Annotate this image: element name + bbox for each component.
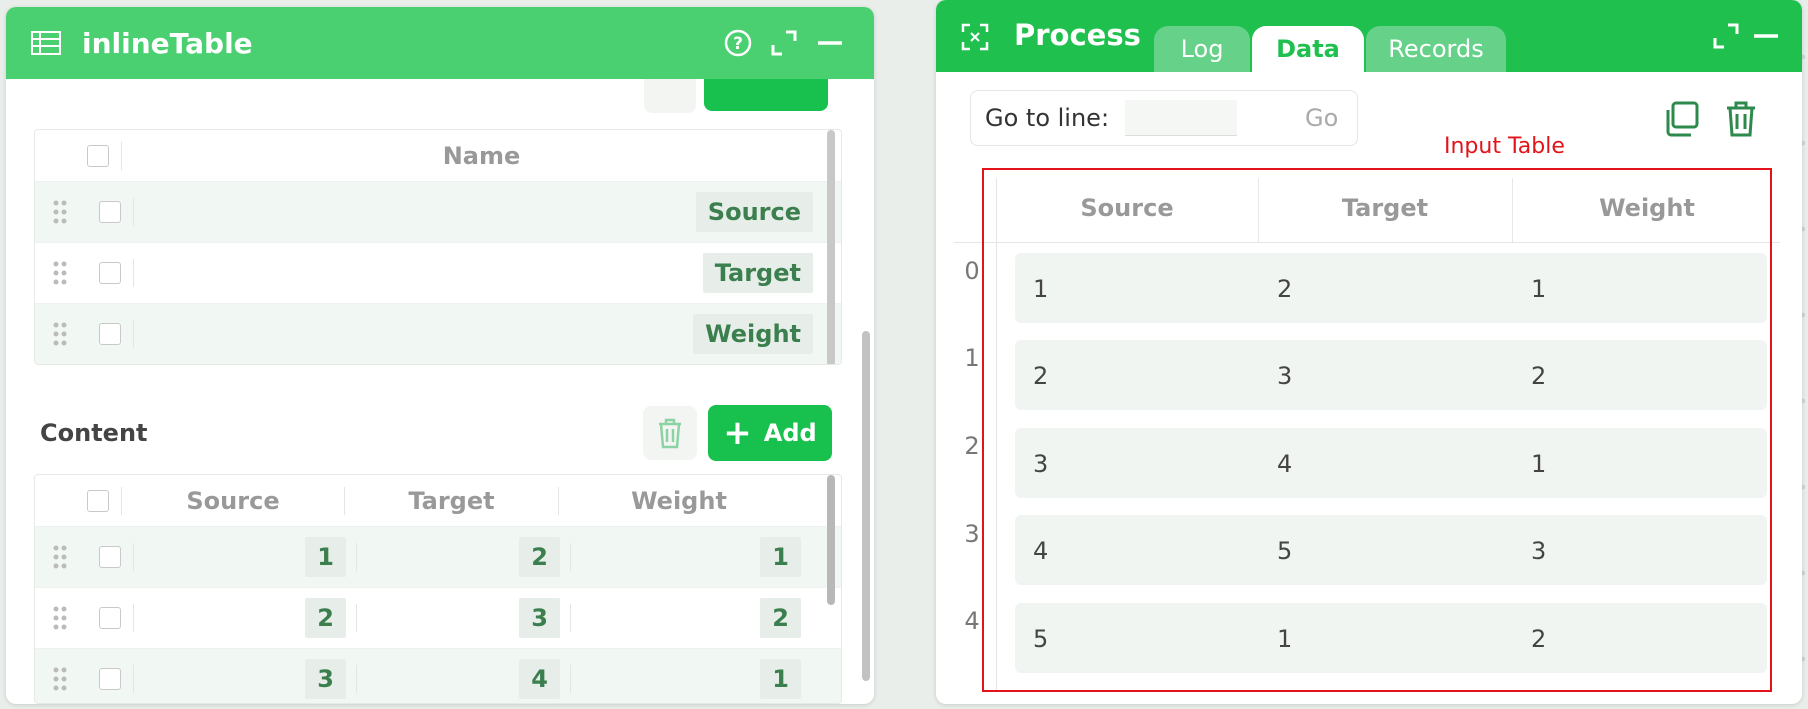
target-cell[interactable]: 3	[519, 598, 560, 638]
collapse-icon[interactable]	[960, 22, 990, 52]
trash-icon[interactable]	[1724, 100, 1758, 138]
row-index: 0	[964, 257, 980, 285]
content-section-title: Content	[40, 419, 148, 447]
content-grid: Source Target Weight 1 2 1 2 3 2 3 4 1	[34, 474, 842, 704]
select-all-checkbox[interactable]	[87, 489, 109, 512]
panel-body: Name Source Target Weight Content + Add …	[6, 79, 874, 704]
weight-cell[interactable]: 2	[760, 598, 801, 638]
input-table-annotation: Input Table	[1444, 134, 1565, 159]
go-button[interactable]: Go	[1305, 104, 1338, 132]
inline-table-panel: inlineTable ? Name Source Target Weight …	[6, 7, 874, 704]
plus-icon: +	[723, 413, 752, 453]
tab-log[interactable]: Log	[1154, 26, 1250, 72]
columns-delete-button[interactable]	[644, 79, 696, 113]
expand-icon[interactable]	[1708, 18, 1744, 54]
copy-icon[interactable]	[1662, 100, 1700, 138]
content-add-button[interactable]: + Add	[708, 405, 832, 461]
drag-handle-icon[interactable]	[35, 605, 85, 631]
columns-add-button[interactable]	[704, 79, 828, 111]
expand-icon[interactable]	[766, 25, 802, 61]
process-header: Process Log Data Records	[936, 0, 1802, 72]
list-item[interactable]: Target	[35, 243, 841, 304]
tab-data[interactable]: Data	[1252, 26, 1364, 72]
input-table-highlight	[982, 168, 1772, 692]
row-checkbox[interactable]	[99, 323, 121, 345]
grid-header: Name	[35, 130, 841, 182]
weight-column-header: Weight	[631, 486, 727, 515]
source-column-header: Source	[186, 486, 280, 515]
columns-list-header-partial	[34, 79, 836, 113]
target-cell[interactable]: 4	[519, 659, 560, 699]
content-delete-button[interactable]	[643, 406, 697, 460]
table-icon	[31, 31, 61, 55]
list-item[interactable]: Source	[35, 182, 841, 243]
table-row[interactable]: 1 2 1	[35, 527, 841, 588]
column-name-value[interactable]: Weight	[693, 314, 813, 354]
panel-scrollbar[interactable]	[862, 331, 870, 681]
process-title: Process	[1014, 18, 1141, 52]
minimize-icon[interactable]	[1748, 18, 1784, 54]
row-index: 3	[964, 520, 980, 548]
goto-line-input[interactable]	[1125, 100, 1238, 136]
goto-label: Go to line:	[985, 104, 1110, 132]
table-row[interactable]: 2 3 2	[35, 588, 841, 649]
source-cell[interactable]: 3	[305, 659, 346, 699]
drag-handle-icon[interactable]	[35, 260, 85, 286]
row-checkbox[interactable]	[99, 262, 121, 284]
panel-header: inlineTable ?	[6, 7, 874, 79]
minimize-icon[interactable]	[812, 25, 848, 61]
drag-handle-icon[interactable]	[35, 666, 85, 692]
svg-text:?: ?	[733, 34, 743, 54]
goto-line-control: Go to line: Go	[970, 90, 1358, 146]
table-row[interactable]: 3 4 1	[35, 649, 841, 703]
target-cell[interactable]: 2	[519, 537, 560, 577]
drag-handle-icon[interactable]	[35, 544, 85, 570]
column-name-value[interactable]: Source	[695, 192, 813, 232]
panel-title: inlineTable	[82, 26, 253, 60]
weight-cell[interactable]: 1	[760, 659, 801, 699]
row-checkbox[interactable]	[99, 546, 121, 568]
list-item[interactable]: Weight	[35, 304, 841, 364]
drag-handle-icon[interactable]	[35, 321, 85, 347]
target-column-header: Target	[408, 486, 495, 515]
columns-list-grid: Name Source Target Weight	[34, 129, 842, 365]
name-column-header: Name	[442, 141, 521, 170]
row-checkbox[interactable]	[99, 201, 121, 223]
content-scrollbar[interactable]	[827, 475, 835, 605]
add-button-label: Add	[763, 419, 817, 447]
row-index: 1	[964, 344, 980, 372]
row-index: 2	[964, 432, 980, 460]
source-cell[interactable]: 2	[305, 598, 346, 638]
drag-handle-icon[interactable]	[35, 199, 85, 225]
row-checkbox[interactable]	[99, 668, 121, 690]
columns-scrollbar[interactable]	[827, 130, 835, 364]
grid-header: Source Target Weight	[35, 475, 841, 527]
row-checkbox[interactable]	[99, 607, 121, 629]
select-all-checkbox[interactable]	[87, 144, 109, 167]
source-cell[interactable]: 1	[305, 537, 346, 577]
column-name-value[interactable]: Target	[702, 253, 813, 293]
trash-icon	[659, 418, 681, 449]
process-panel: Process Log Data Records Go to line: Go …	[936, 0, 1802, 704]
row-index: 4	[964, 607, 980, 635]
weight-cell[interactable]: 1	[760, 537, 801, 577]
help-icon[interactable]: ?	[720, 25, 756, 61]
tab-records[interactable]: Records	[1366, 26, 1506, 72]
